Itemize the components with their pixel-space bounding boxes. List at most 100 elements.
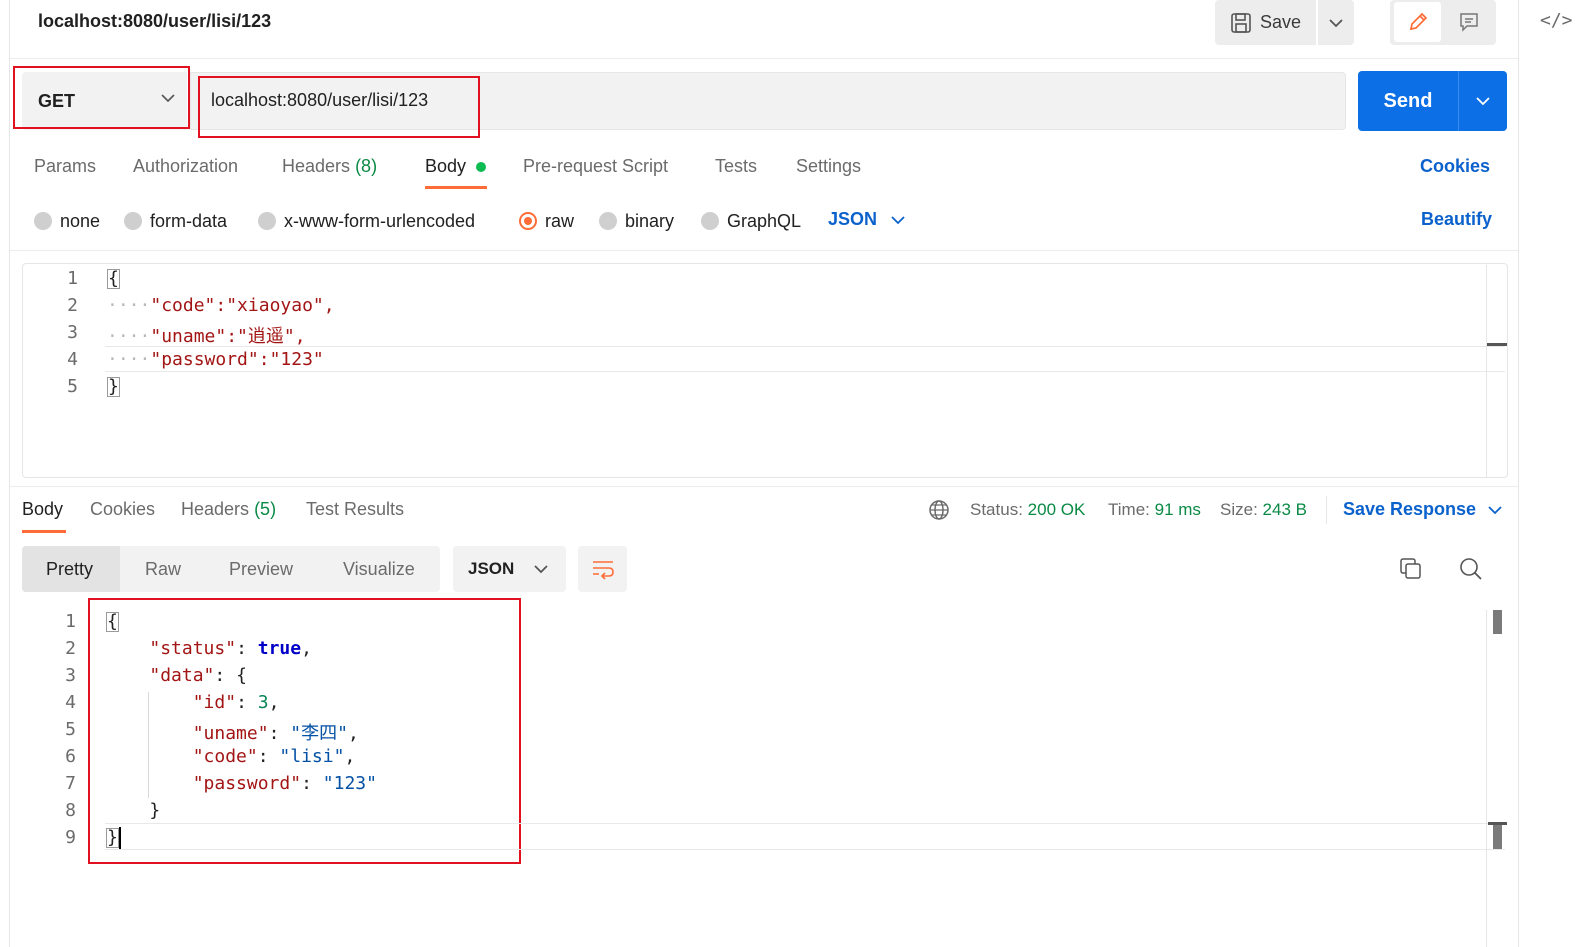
response-tab-cookies[interactable]: Cookies xyxy=(90,499,155,520)
radio-circle xyxy=(599,212,617,230)
tab-authorization[interactable]: Authorization xyxy=(133,156,238,177)
globe-icon[interactable] xyxy=(928,499,950,521)
json-value-code: "lisi" xyxy=(279,746,345,767)
copy-icon[interactable] xyxy=(1399,557,1423,581)
json-value-uname: "李四" xyxy=(290,723,348,744)
cookies-link[interactable]: Cookies xyxy=(1420,156,1490,177)
editor-scrollbar[interactable] xyxy=(1486,265,1487,477)
code-line: } xyxy=(149,800,161,821)
line-number: 5 xyxy=(67,376,78,397)
time-info[interactable]: Time: 91 ms xyxy=(1108,500,1201,520)
json-key-id: "id" xyxy=(192,692,237,713)
send-button[interactable]: Send xyxy=(1358,71,1458,131)
right-border xyxy=(1518,0,1519,947)
radio-binary-label: binary xyxy=(625,210,675,231)
beautify-link[interactable]: Beautify xyxy=(1421,209,1492,230)
status-value: 200 OK xyxy=(1027,500,1086,519)
send-options-button[interactable] xyxy=(1459,71,1507,131)
code-line: ····"code":"xiaoyao", xyxy=(107,295,335,316)
line-number: 9 xyxy=(65,827,76,848)
radio-form-data-label: form-data xyxy=(150,210,228,231)
view-preview-button[interactable]: Preview xyxy=(229,546,293,592)
response-tab-body[interactable]: Body xyxy=(22,499,63,520)
request-line-uname: "uname":"逍遥", xyxy=(150,326,306,347)
radio-binary[interactable]: binary xyxy=(599,208,674,234)
view-raw-button[interactable]: Raw xyxy=(145,546,181,592)
view-visualize-button[interactable]: Visualize xyxy=(343,546,415,592)
response-tab-headers-label: Headers xyxy=(181,499,250,519)
chevron-down-icon xyxy=(1329,18,1343,27)
code-line: "status": true, xyxy=(149,638,312,659)
save-icon xyxy=(1231,12,1251,33)
code-snippet-icon[interactable]: </> xyxy=(1540,10,1573,31)
status-info[interactable]: Status: 200 OK xyxy=(970,500,1085,520)
request-title[interactable]: localhost:8080/user/lisi/123 xyxy=(38,11,271,32)
comment-icon xyxy=(1459,13,1478,32)
save-button[interactable]: Save xyxy=(1215,0,1316,45)
json-key-uname: "uname" xyxy=(192,723,269,744)
tab-pre-request-script[interactable]: Pre-request Script xyxy=(523,156,668,177)
radio-graphql[interactable]: GraphQL xyxy=(701,208,801,234)
response-tab-test-results[interactable]: Test Results xyxy=(306,499,404,520)
size-label: Size: xyxy=(1220,500,1258,519)
line-number: 4 xyxy=(65,692,76,713)
response-divider xyxy=(10,486,1518,487)
chevron-down-icon xyxy=(534,565,548,574)
line-number: 1 xyxy=(65,611,76,632)
wrap-lines-button[interactable] xyxy=(578,546,627,592)
text-cursor xyxy=(118,827,121,849)
code-line: "code": "lisi", xyxy=(192,746,356,767)
json-value-status: true xyxy=(257,638,302,659)
save-options-button[interactable] xyxy=(1318,0,1354,45)
time-label: Time: xyxy=(1108,500,1150,519)
request-line-password: "password":"123" xyxy=(150,349,324,370)
tab-headers[interactable]: Headers (8) xyxy=(282,156,377,177)
radio-urlencoded-label: x-www-form-urlencoded xyxy=(284,210,476,231)
line-number: 8 xyxy=(65,800,76,821)
open-brace: { xyxy=(106,611,119,632)
edit-toggle[interactable] xyxy=(1394,2,1441,42)
line-number: 6 xyxy=(65,746,76,767)
tab-settings[interactable]: Settings xyxy=(796,156,861,177)
radio-form-data[interactable]: form-data xyxy=(124,208,227,234)
wrap-lines-icon xyxy=(592,561,614,580)
search-icon[interactable] xyxy=(1459,557,1483,581)
current-line-highlight xyxy=(105,823,1505,850)
radio-urlencoded[interactable]: x-www-form-urlencoded xyxy=(258,208,475,234)
tab-params[interactable]: Params xyxy=(34,156,96,177)
save-label: Save xyxy=(1259,12,1302,32)
tab-headers-label: Headers xyxy=(282,156,351,176)
line-number: 2 xyxy=(67,295,78,316)
radio-circle xyxy=(701,212,719,230)
radio-raw[interactable]: raw xyxy=(519,208,574,234)
response-format-select[interactable]: JSON xyxy=(453,546,566,592)
code-line: { xyxy=(107,268,120,289)
response-tab-headers[interactable]: Headers (5) xyxy=(181,499,276,520)
tab-tests[interactable]: Tests xyxy=(715,156,757,177)
line-number: 1 xyxy=(67,268,78,289)
save-response-label: Save Response xyxy=(1343,499,1477,519)
code-line: "id": 3, xyxy=(192,692,280,713)
comments-toggle[interactable] xyxy=(1445,2,1492,42)
response-scroll-thumb[interactable] xyxy=(1493,610,1502,634)
json-value-password: "123" xyxy=(322,773,377,794)
left-border xyxy=(9,0,10,947)
editor-scroll-marker xyxy=(1487,343,1507,346)
code-line: ····"uname":"逍遥", xyxy=(107,326,306,347)
json-key-password: "password" xyxy=(192,773,302,794)
size-info[interactable]: Size: 243 B xyxy=(1220,500,1307,520)
response-scrollbar[interactable] xyxy=(1486,610,1487,947)
active-tab-underline xyxy=(22,530,66,533)
tab-body[interactable]: Body xyxy=(425,156,466,177)
radio-none[interactable]: none xyxy=(34,208,100,234)
view-pretty-button[interactable]: Pretty xyxy=(46,546,93,592)
close-brace: } xyxy=(107,376,120,397)
body-language-select[interactable]: JSON xyxy=(828,209,905,230)
code-line: { xyxy=(106,611,119,632)
save-response-button[interactable]: Save Response xyxy=(1343,499,1502,520)
code-line: "password": "123" xyxy=(192,773,377,794)
chevron-down-icon xyxy=(1488,505,1502,514)
line-number: 3 xyxy=(65,665,76,686)
response-scroll-marker-block xyxy=(1493,825,1502,849)
code-line: } xyxy=(106,827,121,849)
